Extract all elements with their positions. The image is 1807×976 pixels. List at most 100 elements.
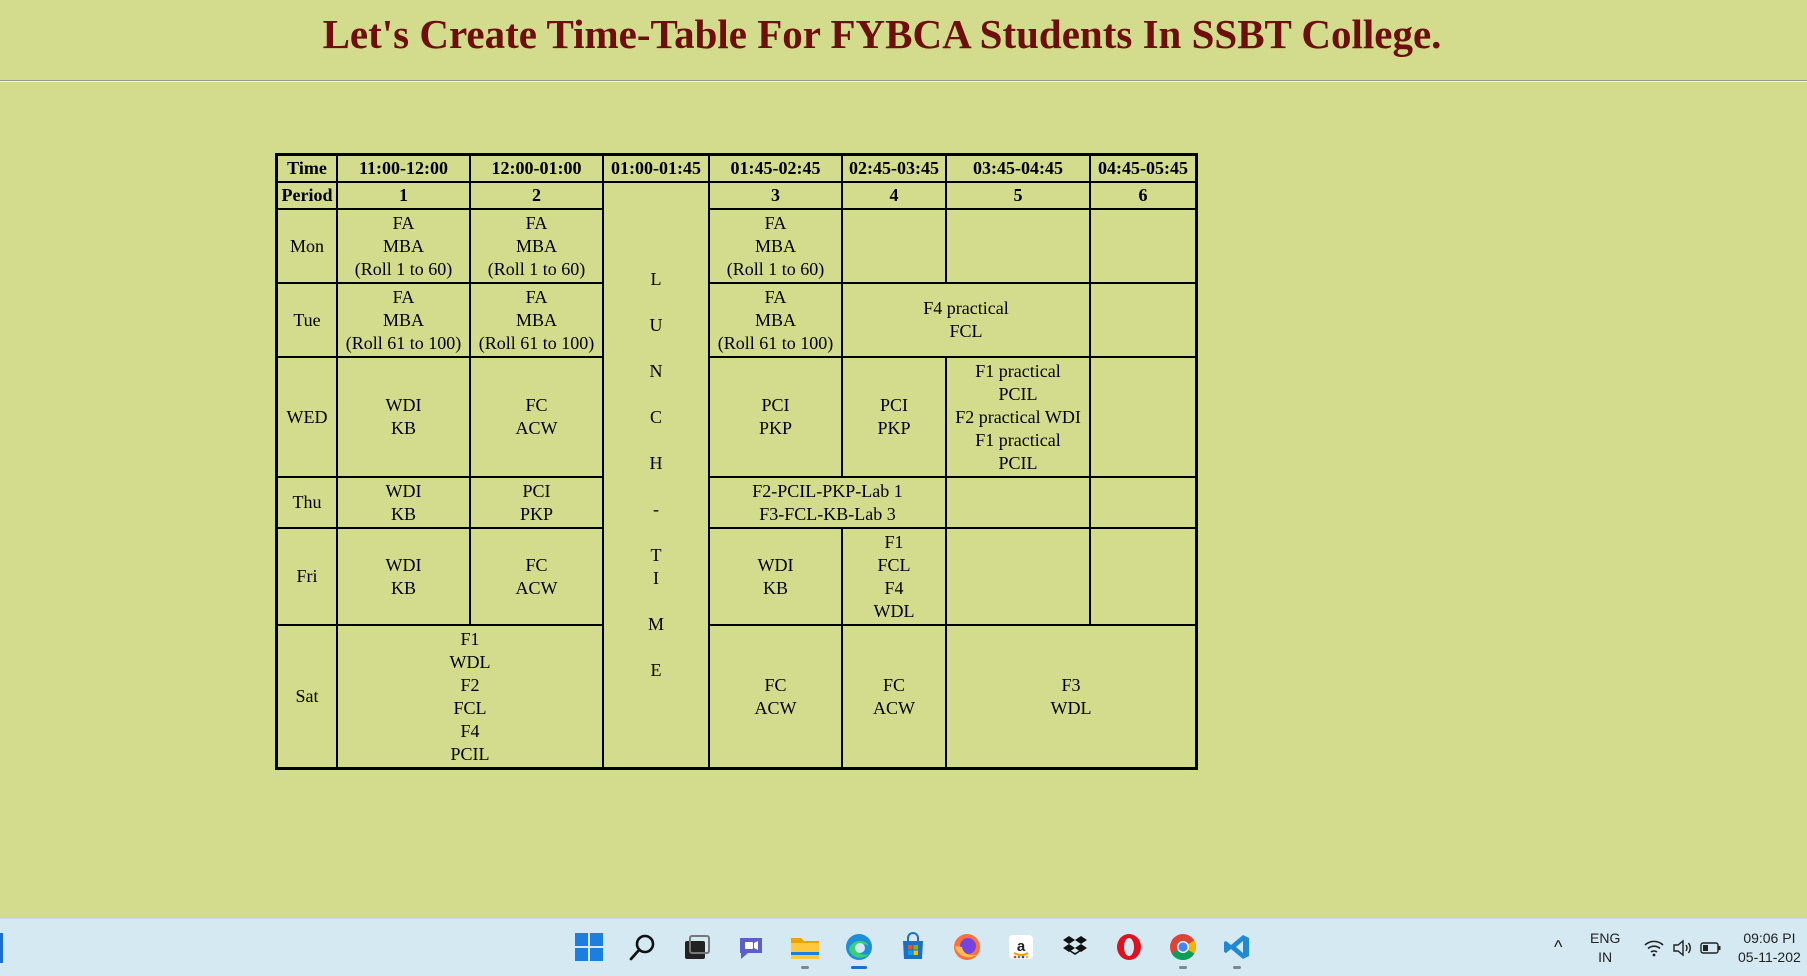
empty-cell — [1090, 357, 1196, 477]
class-cell: FA MBA (Roll 61 to 100) — [337, 283, 470, 357]
start-icon[interactable] — [562, 927, 616, 967]
day-label: Mon — [277, 209, 337, 283]
chat-icon[interactable] — [724, 927, 778, 967]
day-label: WED — [277, 357, 337, 477]
class-cell: PCI PKP — [470, 477, 603, 528]
store-icon[interactable] — [886, 927, 940, 967]
clock[interactable]: 09:06 PI 05-11-202 — [1738, 919, 1801, 976]
firefox-icon[interactable] — [940, 927, 994, 967]
day-row-sat: Sat F1 WDL F2 FCL F4 PCIL FC ACW FC ACW F3 WDL — [277, 625, 1196, 768]
time-slot: 01:45-02:45 — [709, 155, 842, 182]
class-cell: FC ACW — [709, 625, 842, 768]
day-row-fri: Fri WDI KB FC ACW WDI KB F1 FCL F4 WDL — [277, 528, 1196, 625]
chrome-icon[interactable] — [1156, 927, 1210, 969]
search-icon[interactable] — [616, 927, 670, 967]
volume-icon — [1673, 939, 1691, 956]
lunch-letter: T — [650, 545, 662, 565]
region-label: IN — [1598, 948, 1613, 965]
task-view-icon[interactable] — [670, 927, 724, 967]
class-cell: FA MBA (Roll 61 to 100) — [709, 283, 842, 357]
lunch-letter: I — [653, 568, 659, 588]
language-indicator[interactable]: ENG IN — [1590, 919, 1620, 976]
empty-cell — [946, 528, 1090, 625]
class-cell: FA MBA (Roll 1 to 60) — [470, 209, 603, 283]
empty-cell — [946, 477, 1090, 528]
lunch-letter: E — [650, 660, 662, 680]
class-cell: FC ACW — [470, 357, 603, 477]
battery-icon — [1700, 941, 1721, 954]
class-cell: WDI KB — [337, 528, 470, 625]
class-cell: FC ACW — [470, 528, 603, 625]
class-cell: WDI KB — [337, 357, 470, 477]
day-label: Thu — [277, 477, 337, 528]
vscode-icon[interactable] — [1210, 927, 1264, 969]
class-cell: WDI KB — [709, 528, 842, 625]
clock-time: 09:06 PI — [1743, 929, 1796, 946]
taskbar: a ^ ENG IN 09:06 PI 05-11-202 — [0, 918, 1807, 976]
system-tray-status[interactable] — [1644, 919, 1722, 976]
practical-cell: F1 FCL F4 WDL — [842, 528, 946, 625]
class-cell: PCI PKP — [842, 357, 946, 477]
lunch-letter: - — [653, 499, 659, 519]
lunch-letter: U — [649, 315, 663, 335]
taskbar-icons: a — [562, 927, 1264, 969]
class-cell: FA MBA (Roll 61 to 100) — [470, 283, 603, 357]
clock-date: 05-11-202 — [1738, 948, 1801, 965]
amazon-icon[interactable]: a — [994, 927, 1048, 967]
svg-text:a: a — [1017, 938, 1026, 955]
class-cell: PCI PKP — [709, 357, 842, 477]
day-label: Tue — [277, 283, 337, 357]
lunch-letter: N — [649, 361, 663, 381]
period-number: 1 — [337, 182, 470, 209]
period-header: Period — [277, 182, 337, 209]
time-slot: 04:45-05:45 — [1090, 155, 1196, 182]
opera-icon[interactable] — [1102, 927, 1156, 967]
day-label: Sat — [277, 625, 337, 768]
title-divider — [0, 80, 1807, 82]
file-explorer-icon[interactable] — [778, 927, 832, 969]
edge-icon[interactable] — [832, 927, 886, 969]
class-cell: WDI KB — [337, 477, 470, 528]
tray-overflow-chevron-icon[interactable]: ^ — [1554, 919, 1562, 976]
lunch-letter: C — [649, 407, 662, 427]
lunch-letter: L — [650, 269, 662, 289]
practical-cell: F3 WDL — [946, 625, 1196, 768]
show-desktop-edge[interactable] — [0, 933, 3, 963]
day-row-wed: WED WDI KB FC ACW PCI PKP PCI PKP F1 practic… — [277, 357, 1196, 477]
lunch-letters: L U N C H - T I M E — [605, 268, 707, 682]
practical-cell: F1 WDL F2 FCL F4 PCIL — [337, 625, 603, 768]
day-row-tue: Tue FA MBA (Roll 61 to 100) FA MBA (Roll 61 … — [277, 283, 1196, 357]
period-number: 6 — [1090, 182, 1196, 209]
practical-cell: F1 practical PCIL F2 practical WDI F1 pract… — [946, 357, 1090, 477]
class-cell: FA MBA (Roll 1 to 60) — [337, 209, 470, 283]
time-slot: 03:45-04:45 — [946, 155, 1090, 182]
day-row-thu: Thu WDI KB PCI PKP F2-PCIL-PKP-Lab 1 F3-FCL… — [277, 477, 1196, 528]
period-number: 5 — [946, 182, 1090, 209]
empty-cell — [842, 209, 946, 283]
practical-cell: F4 practical FCL — [842, 283, 1090, 357]
time-slot: 02:45-03:45 — [842, 155, 946, 182]
empty-cell — [946, 209, 1090, 283]
time-slot: 11:00-12:00 — [337, 155, 470, 182]
lab-cell: F2-PCIL-PKP-Lab 1 F3-FCL-KB-Lab 3 — [709, 477, 946, 528]
time-header: Time — [277, 155, 337, 182]
empty-cell — [1090, 528, 1196, 625]
lunch-time-cell: L U N C H - T I M E — [603, 182, 709, 768]
period-number: 4 — [842, 182, 946, 209]
time-slot: 12:00-01:00 — [470, 155, 603, 182]
class-cell: FC ACW — [842, 625, 946, 768]
day-label: Fri — [277, 528, 337, 625]
class-cell: FA MBA (Roll 1 to 60) — [709, 209, 842, 283]
period-number: 3 — [709, 182, 842, 209]
period-row: Period 1 2 L U N C H - T I M E 3 4 5 6 — [277, 182, 1196, 768]
empty-cell — [1090, 477, 1196, 528]
page-title: Let's Create Time-Table For FYBCA Studen… — [322, 11, 1442, 57]
time-slot: 01:00-01:45 — [603, 155, 709, 182]
lunch-letter: M — [647, 614, 664, 634]
empty-cell — [1090, 283, 1196, 357]
dropbox-icon[interactable] — [1048, 927, 1102, 967]
lunch-letter: H — [649, 453, 663, 473]
language-label: ENG — [1590, 929, 1621, 946]
empty-cell — [1090, 209, 1196, 283]
time-row: Time 11:00-12:00 12:00-01:00 01:00-01:45… — [277, 155, 1196, 182]
